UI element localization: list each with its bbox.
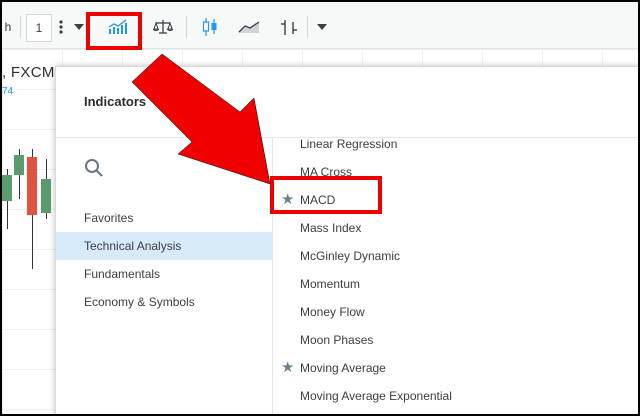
annotation-arrow xyxy=(131,53,271,185)
app-frame: h 1 , FXCM 74 Indicators Favorites Techn… xyxy=(2,2,638,414)
